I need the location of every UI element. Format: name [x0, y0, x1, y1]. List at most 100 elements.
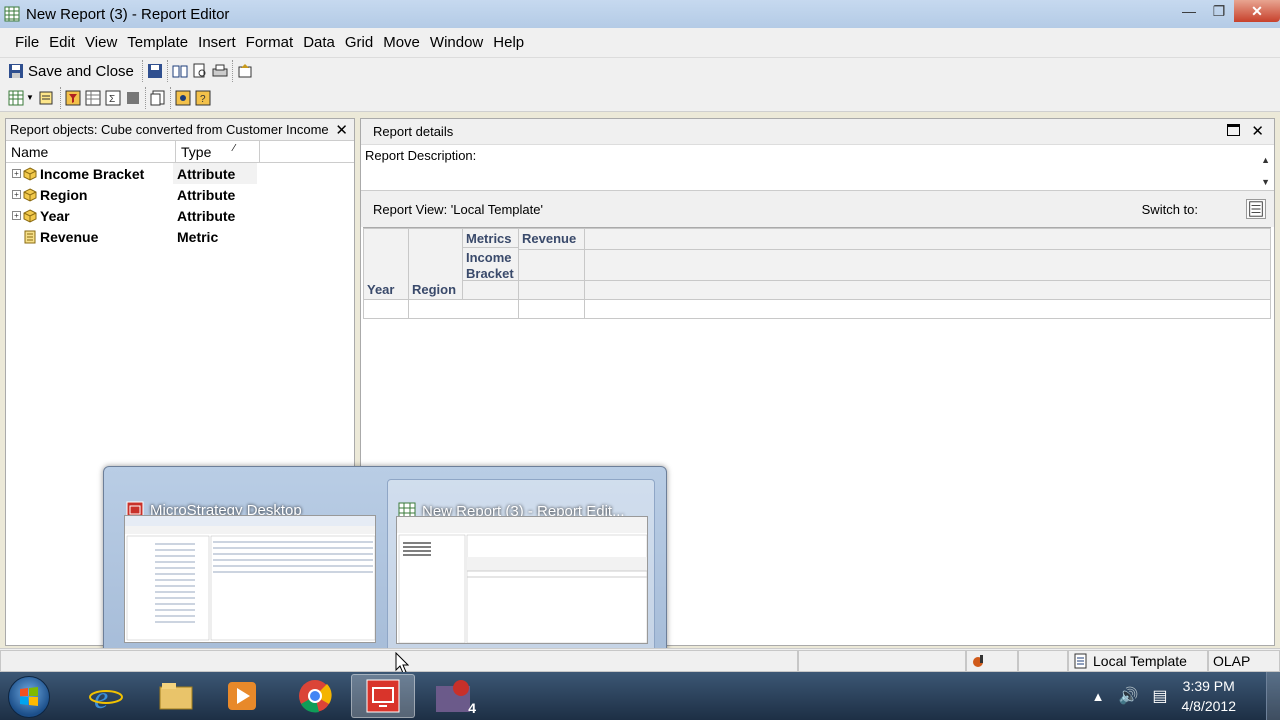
- sql-view-icon[interactable]: [38, 90, 54, 106]
- taskbar-explorer[interactable]: [144, 674, 208, 718]
- print-preview-icon[interactable]: [192, 63, 208, 79]
- switch-view-button[interactable]: [1246, 199, 1266, 219]
- menu-move[interactable]: Move: [378, 34, 425, 51]
- attribute-icon: [23, 187, 37, 202]
- start-button[interactable]: [8, 676, 50, 718]
- taskbar-internet-explorer[interactable]: e: [74, 674, 138, 718]
- expand-icon[interactable]: +: [12, 211, 21, 220]
- column-header-name[interactable]: Name: [6, 141, 176, 162]
- maximize-icon[interactable]: [1227, 124, 1240, 136]
- status-cell: [1018, 650, 1068, 672]
- standard-toolbar: Save and Close: [0, 58, 1280, 84]
- menu-view[interactable]: View: [80, 34, 122, 51]
- expand-icon[interactable]: +: [12, 190, 21, 199]
- save-and-close-label: Save and Close: [28, 62, 134, 80]
- show-hidden-icons-icon[interactable]: ▲: [1092, 689, 1105, 704]
- report-details-title: Report details: [373, 124, 454, 139]
- grid-header-income-ext: [584, 249, 1271, 281]
- description-scrollbar[interactable]: ▲ ▼: [1261, 149, 1270, 193]
- report-objects-title: Report objects: Cube converted from Cust…: [10, 122, 329, 137]
- status-cell: [798, 650, 966, 672]
- taskbar-chrome[interactable]: [283, 674, 347, 718]
- print-icon[interactable]: [212, 63, 228, 79]
- report-view-title: Report View: 'Local Template': [373, 201, 543, 217]
- expand-icon[interactable]: +: [12, 169, 21, 178]
- network-icon[interactable]: ▤: [1152, 686, 1167, 706]
- save-icon[interactable]: [147, 63, 163, 79]
- save-and-close-button[interactable]: Save and Close: [8, 63, 134, 80]
- close-icon[interactable]: ✕: [1251, 122, 1264, 140]
- volume-icon[interactable]: 🔊: [1118, 686, 1138, 706]
- grid-header-region[interactable]: Region: [408, 228, 463, 300]
- menu-help[interactable]: Help: [488, 34, 529, 51]
- column-header-type[interactable]: Type ⁄: [176, 141, 260, 162]
- taskbar-microstrategy[interactable]: [351, 674, 415, 718]
- report-details-header: Report details ✕: [361, 119, 1274, 145]
- show-desktop-button[interactable]: [1266, 672, 1280, 720]
- grid-header-revenue[interactable]: Revenue: [518, 228, 585, 250]
- report-description-area[interactable]: Report Description: ▲ ▼: [361, 145, 1274, 191]
- thumbnail-preview-image: [396, 516, 648, 644]
- restore-button[interactable]: ❐: [1204, 0, 1234, 22]
- prompt-icon[interactable]: ?: [195, 90, 211, 106]
- clock-time: 3:39 PM: [1182, 678, 1235, 694]
- grid-header-income-value: [518, 249, 585, 281]
- thumbnail-microstrategy-desktop[interactable]: MicroStrategy Desktop: [116, 479, 384, 657]
- grid-view-icon[interactable]: [8, 90, 24, 106]
- grid-header-row-spacer-3: [584, 280, 1271, 300]
- media-player-icon: [228, 682, 256, 710]
- status-mode-label: OLAP: [1213, 653, 1251, 669]
- taskbar-microstrategy-4[interactable]: 4: [422, 674, 486, 718]
- export-icon[interactable]: [237, 63, 253, 79]
- object-name-cell: Revenue: [6, 229, 173, 245]
- switch-to-label: Switch to:: [1141, 202, 1198, 217]
- grid-header-year[interactable]: Year: [363, 228, 409, 300]
- stop-icon[interactable]: [125, 90, 141, 106]
- status-template-label: Local Template: [1093, 653, 1187, 669]
- close-button[interactable]: ✕: [1234, 0, 1280, 22]
- grid-header-income-bracket[interactable]: Income Bracket: [462, 247, 519, 281]
- object-row[interactable]: + Region Attribute: [6, 184, 354, 205]
- template-icon: [1074, 653, 1087, 669]
- object-row[interactable]: + Income Bracket Attribute: [6, 163, 354, 184]
- close-icon[interactable]: ✕: [335, 121, 348, 139]
- menu-window[interactable]: Window: [425, 34, 488, 51]
- title-bar: New Report (3) - Report Editor — ❐ ✕: [0, 0, 1280, 28]
- chevron-down-icon[interactable]: ▼: [26, 93, 34, 102]
- system-tray: ▲ 🔊 ▤ 3:39 PM 4/8/2012: [1092, 672, 1280, 720]
- book-icon[interactable]: [172, 63, 188, 79]
- clock[interactable]: 3:39 PM 4/8/2012: [1182, 676, 1237, 716]
- subtotals-icon[interactable]: Σ: [105, 90, 121, 106]
- menu-data[interactable]: Data: [298, 34, 340, 51]
- menu-template[interactable]: Template: [122, 34, 193, 51]
- grid-cell[interactable]: [363, 299, 409, 319]
- grid-header-revenue-ext: [584, 228, 1271, 250]
- grid-header-metrics[interactable]: Metrics: [462, 228, 519, 248]
- report-data-options-icon[interactable]: [85, 90, 101, 106]
- chrome-icon: [299, 680, 332, 713]
- report-preview-graphic: [397, 517, 647, 643]
- menu-file[interactable]: File: [10, 34, 44, 51]
- menu-insert[interactable]: Insert: [193, 34, 241, 51]
- thumbnail-report-editor[interactable]: New Report (3) - Report Edit...: [387, 479, 655, 657]
- menu-format[interactable]: Format: [241, 34, 299, 51]
- object-name: Income Bracket: [40, 165, 145, 182]
- minimize-button[interactable]: —: [1174, 0, 1204, 22]
- object-row[interactable]: Revenue Metric: [6, 226, 354, 247]
- filter-icon[interactable]: [65, 90, 81, 106]
- report-view-switch-icon: [1249, 201, 1263, 217]
- grid-cell[interactable]: [408, 299, 519, 319]
- taskbar-media-player[interactable]: [210, 674, 274, 718]
- object-name-cell: + Year: [6, 208, 173, 224]
- object-row[interactable]: + Year Attribute: [6, 205, 354, 226]
- svg-text:e: e: [94, 679, 108, 713]
- menu-grid[interactable]: Grid: [340, 34, 378, 51]
- taskbar-badge: 4: [468, 700, 476, 716]
- grid-cell[interactable]: [518, 299, 585, 319]
- clock-date: 4/8/2012: [1181, 698, 1237, 714]
- drill-icon[interactable]: [175, 90, 191, 106]
- page-by-icon[interactable]: [150, 90, 166, 106]
- grid-cell[interactable]: [584, 299, 1271, 319]
- object-name: Year: [40, 207, 70, 224]
- menu-edit[interactable]: Edit: [44, 34, 80, 51]
